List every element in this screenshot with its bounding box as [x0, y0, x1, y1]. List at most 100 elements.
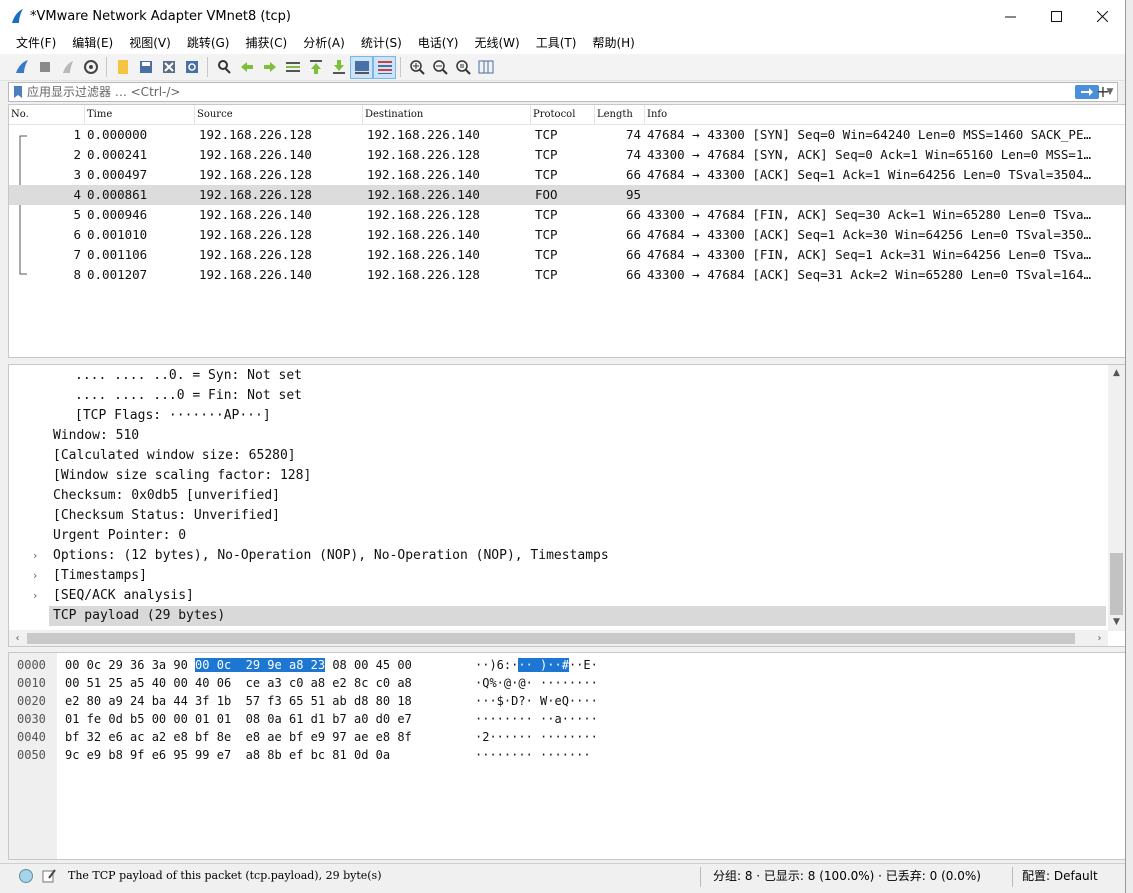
- expand-arrow-icon[interactable]: ›: [33, 586, 37, 606]
- scrollbar-thumb[interactable]: [27, 633, 1075, 644]
- expand-arrow-icon[interactable]: ›: [33, 546, 37, 566]
- filter-bookmark-icon[interactable]: [9, 83, 27, 101]
- column-header-time[interactable]: Time: [85, 105, 195, 125]
- menu-edit[interactable]: 编辑(E): [64, 32, 121, 54]
- details-tree-item[interactable]: [TCP Flags: ·······AP···]: [71, 406, 271, 426]
- expand-arrow-icon[interactable]: ›: [33, 566, 37, 586]
- field-info-text: The TCP payload of this packet (tcp.payl…: [68, 869, 382, 882]
- colorize-icon[interactable]: [373, 55, 396, 79]
- column-header-no[interactable]: No.: [9, 105, 85, 125]
- zoom-normal-icon[interactable]: [451, 56, 474, 79]
- details-tree-item[interactable]: Window: 510: [49, 426, 139, 446]
- packet-protocol: FOO: [535, 187, 558, 202]
- bytes-offset: 0000: [17, 658, 46, 672]
- edit-comment-icon[interactable]: [41, 868, 57, 884]
- details-tree-item[interactable]: [Timestamps]: [49, 566, 147, 586]
- details-horizontal-scrollbar[interactable]: ‹ ›: [9, 630, 1108, 646]
- menu-statistics[interactable]: 统计(S): [353, 32, 410, 54]
- menu-go[interactable]: 跳转(G): [179, 32, 238, 54]
- bytes-hex[interactable]: 00 0c 29 36 3a 90 00 0c 29 9e a8 23 08 0…: [65, 656, 412, 674]
- packet-row[interactable]: 1 0.000000 192.168.226.128 192.168.226.140 T…: [9, 125, 1125, 145]
- expert-info-icon[interactable]: [18, 868, 34, 884]
- status-separator: [700, 867, 701, 887]
- display-filter-input[interactable]: [27, 85, 1075, 99]
- details-tree-item[interactable]: [Window size scaling factor: 128]: [49, 466, 311, 486]
- close-icon[interactable]: [1079, 0, 1125, 32]
- minimize-icon[interactable]: [987, 0, 1033, 32]
- restart-capture-icon[interactable]: [56, 56, 79, 79]
- scroll-up-icon[interactable]: ▲: [1108, 365, 1125, 382]
- packet-source: 192.168.226.140: [199, 207, 312, 222]
- column-header-info[interactable]: Info: [645, 105, 1125, 125]
- go-first-packet-icon[interactable]: [304, 56, 327, 79]
- close-file-icon[interactable]: [157, 56, 180, 79]
- bytes-ascii[interactable]: ········ ··a·····: [475, 710, 598, 728]
- menu-capture[interactable]: 捕获(C): [237, 32, 295, 54]
- bytes-hex[interactable]: 9c e9 b8 9f e6 95 99 e7 a8 8b ef bc 81 0…: [65, 746, 390, 764]
- resize-columns-icon[interactable]: [474, 56, 497, 79]
- packet-row[interactable]: 3 0.000497 192.168.226.128 192.168.226.140 T…: [9, 165, 1125, 185]
- start-capture-icon[interactable]: [10, 56, 33, 79]
- bytes-ascii[interactable]: ·Q%·@·@· ········: [475, 674, 598, 692]
- packet-row[interactable]: 7 0.001106 192.168.226.128 192.168.226.140 T…: [9, 245, 1125, 265]
- go-forward-icon[interactable]: [258, 56, 281, 79]
- details-tree-item[interactable]: [Calculated window size: 65280]: [49, 446, 296, 466]
- column-header-protocol[interactable]: Protocol: [531, 105, 595, 125]
- menu-wireless[interactable]: 无线(W): [467, 32, 528, 54]
- packet-info: 47684 → 43300 [ACK] Seq=1 Ack=30 Win=642…: [647, 227, 1092, 242]
- go-last-packet-icon[interactable]: [327, 56, 350, 79]
- maximize-icon[interactable]: [1033, 0, 1079, 32]
- bytes-ascii[interactable]: ···$·D?· W·eQ····: [475, 692, 598, 710]
- bytes-hex[interactable]: 01 fe 0d b5 00 00 01 01 08 0a 61 d1 b7 a…: [65, 710, 412, 728]
- auto-scroll-icon[interactable]: [350, 55, 373, 79]
- scroll-left-icon[interactable]: ‹: [9, 630, 26, 646]
- find-packet-icon[interactable]: [212, 56, 235, 79]
- add-filter-button[interactable]: +: [1094, 83, 1112, 101]
- bytes-hex[interactable]: e2 80 a9 24 ba 44 3f 1b 57 f3 65 51 ab d…: [65, 692, 412, 710]
- menu-file[interactable]: 文件(F): [8, 32, 64, 54]
- column-header-source[interactable]: Source: [195, 105, 363, 125]
- column-header-destination[interactable]: Destination: [363, 105, 531, 125]
- capture-options-icon[interactable]: [79, 56, 102, 79]
- menu-analyze[interactable]: 分析(A): [295, 32, 353, 54]
- details-tree-item[interactable]: Checksum: 0x0db5 [unverified]: [49, 486, 280, 506]
- column-header-length[interactable]: Length: [595, 105, 645, 125]
- menu-telephony[interactable]: 电话(Y): [410, 32, 467, 54]
- packet-details-pane: .... .... ..0. = Syn: Not set.... .... .…: [8, 364, 1125, 647]
- packet-row[interactable]: 5 0.000946 192.168.226.140 192.168.226.128 T…: [9, 205, 1125, 225]
- details-tree-item[interactable]: [SEQ/ACK analysis]: [49, 586, 194, 606]
- stop-capture-icon[interactable]: [33, 56, 56, 79]
- menu-help[interactable]: 帮助(H): [584, 32, 642, 54]
- details-vertical-scrollbar[interactable]: ▲ ▼: [1108, 365, 1125, 631]
- display-filter-bar: ▼: [8, 82, 1118, 102]
- go-back-icon[interactable]: [235, 56, 258, 79]
- details-tree-item[interactable]: .... .... ...0 = Fin: Not set: [71, 386, 302, 406]
- details-tree-item[interactable]: [Checksum Status: Unverified]: [49, 506, 280, 526]
- bytes-ascii[interactable]: ··)6:··· )··#··E·: [475, 656, 598, 674]
- scroll-right-icon[interactable]: ›: [1091, 630, 1108, 646]
- menu-tools[interactable]: 工具(T): [528, 32, 585, 54]
- bytes-hex[interactable]: 00 51 25 a5 40 00 40 06 ce a3 c0 a8 e2 8…: [65, 674, 412, 692]
- bytes-hex[interactable]: bf 32 e6 ac a2 e8 bf 8e e8 ae bf e9 97 a…: [65, 728, 412, 746]
- save-file-icon[interactable]: [134, 56, 157, 79]
- bytes-ascii[interactable]: ·2······ ········: [475, 728, 598, 746]
- go-to-packet-icon[interactable]: [281, 56, 304, 79]
- reload-file-icon[interactable]: [180, 56, 203, 79]
- open-file-icon[interactable]: [111, 56, 134, 79]
- details-tree-item[interactable]: Urgent Pointer: 0: [49, 526, 186, 546]
- zoom-out-icon[interactable]: [428, 56, 451, 79]
- details-tree-item[interactable]: .... .... ..0. = Syn: Not set: [71, 366, 302, 386]
- details-tree-item[interactable]: TCP payload (29 bytes): [49, 606, 1106, 626]
- scrollbar-thumb[interactable]: [1110, 553, 1123, 615]
- menu-view[interactable]: 视图(V): [121, 32, 179, 54]
- packet-row[interactable]: 6 0.001010 192.168.226.128 192.168.226.140 T…: [9, 225, 1125, 245]
- packet-no: 7: [73, 247, 81, 262]
- details-tree-item[interactable]: Options: (12 bytes), No-Operation (NOP),…: [49, 546, 609, 566]
- packet-row[interactable]: 8 0.001207 192.168.226.140 192.168.226.128 T…: [9, 265, 1125, 285]
- bytes-ascii[interactable]: ········ ·······: [475, 746, 591, 764]
- packet-row[interactable]: 4 0.000861 192.168.226.128 192.168.226.140 F…: [9, 185, 1125, 205]
- packet-row[interactable]: 2 0.000241 192.168.226.140 192.168.226.128 T…: [9, 145, 1125, 165]
- zoom-in-icon[interactable]: [405, 56, 428, 79]
- scroll-down-icon[interactable]: ▼: [1108, 614, 1125, 631]
- profile-text[interactable]: 配置: Default: [1022, 864, 1098, 888]
